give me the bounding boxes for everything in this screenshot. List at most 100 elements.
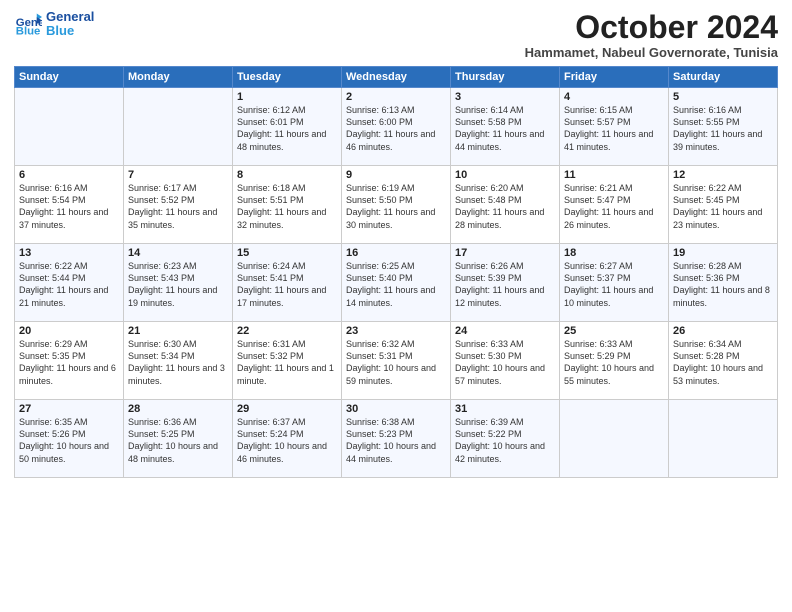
day-number: 21 [128,325,228,337]
day-number: 2 [346,91,446,103]
calendar-cell: 13Sunrise: 6:22 AMSunset: 5:44 PMDayligh… [15,244,124,322]
calendar-cell: 11Sunrise: 6:21 AMSunset: 5:47 PMDayligh… [560,166,669,244]
day-detail: Sunrise: 6:19 AMSunset: 5:50 PMDaylight:… [346,182,446,231]
day-detail: Sunrise: 6:26 AMSunset: 5:39 PMDaylight:… [455,260,555,309]
calendar-cell: 5Sunrise: 6:16 AMSunset: 5:55 PMDaylight… [669,88,778,166]
header: General Blue General Blue October 2024 H… [14,10,778,60]
calendar-cell: 25Sunrise: 6:33 AMSunset: 5:29 PMDayligh… [560,322,669,400]
day-detail: Sunrise: 6:21 AMSunset: 5:47 PMDaylight:… [564,182,664,231]
day-detail: Sunrise: 6:18 AMSunset: 5:51 PMDaylight:… [237,182,337,231]
day-detail: Sunrise: 6:24 AMSunset: 5:41 PMDaylight:… [237,260,337,309]
day-detail: Sunrise: 6:30 AMSunset: 5:34 PMDaylight:… [128,338,228,387]
week-row-3: 13Sunrise: 6:22 AMSunset: 5:44 PMDayligh… [15,244,778,322]
calendar-cell: 20Sunrise: 6:29 AMSunset: 5:35 PMDayligh… [15,322,124,400]
day-detail: Sunrise: 6:13 AMSunset: 6:00 PMDaylight:… [346,104,446,153]
day-number: 22 [237,325,337,337]
day-number: 12 [673,169,773,181]
day-number: 19 [673,247,773,259]
day-number: 9 [346,169,446,181]
calendar-cell: 4Sunrise: 6:15 AMSunset: 5:57 PMDaylight… [560,88,669,166]
day-number: 13 [19,247,119,259]
logo-blue: Blue [46,24,94,38]
day-number: 14 [128,247,228,259]
weekday-header-sunday: Sunday [15,67,124,88]
day-number: 8 [237,169,337,181]
day-detail: Sunrise: 6:25 AMSunset: 5:40 PMDaylight:… [346,260,446,309]
calendar-cell: 16Sunrise: 6:25 AMSunset: 5:40 PMDayligh… [342,244,451,322]
calendar-cell: 21Sunrise: 6:30 AMSunset: 5:34 PMDayligh… [124,322,233,400]
weekday-header-thursday: Thursday [451,67,560,88]
calendar-cell: 31Sunrise: 6:39 AMSunset: 5:22 PMDayligh… [451,400,560,478]
day-detail: Sunrise: 6:32 AMSunset: 5:31 PMDaylight:… [346,338,446,387]
day-number: 17 [455,247,555,259]
day-detail: Sunrise: 6:38 AMSunset: 5:23 PMDaylight:… [346,416,446,465]
calendar-cell: 27Sunrise: 6:35 AMSunset: 5:26 PMDayligh… [15,400,124,478]
day-detail: Sunrise: 6:16 AMSunset: 5:54 PMDaylight:… [19,182,119,231]
day-detail: Sunrise: 6:12 AMSunset: 6:01 PMDaylight:… [237,104,337,153]
day-detail: Sunrise: 6:33 AMSunset: 5:29 PMDaylight:… [564,338,664,387]
day-detail: Sunrise: 6:29 AMSunset: 5:35 PMDaylight:… [19,338,119,387]
calendar-cell: 9Sunrise: 6:19 AMSunset: 5:50 PMDaylight… [342,166,451,244]
day-number: 30 [346,403,446,415]
calendar-table: SundayMondayTuesdayWednesdayThursdayFrid… [14,66,778,478]
day-number: 1 [237,91,337,103]
calendar-cell [669,400,778,478]
calendar-cell: 23Sunrise: 6:32 AMSunset: 5:31 PMDayligh… [342,322,451,400]
day-detail: Sunrise: 6:36 AMSunset: 5:25 PMDaylight:… [128,416,228,465]
calendar-cell: 30Sunrise: 6:38 AMSunset: 5:23 PMDayligh… [342,400,451,478]
calendar-cell: 3Sunrise: 6:14 AMSunset: 5:58 PMDaylight… [451,88,560,166]
calendar-page: General Blue General Blue October 2024 H… [0,0,792,612]
calendar-cell: 28Sunrise: 6:36 AMSunset: 5:25 PMDayligh… [124,400,233,478]
week-row-5: 27Sunrise: 6:35 AMSunset: 5:26 PMDayligh… [15,400,778,478]
day-detail: Sunrise: 6:35 AMSunset: 5:26 PMDaylight:… [19,416,119,465]
calendar-cell: 19Sunrise: 6:28 AMSunset: 5:36 PMDayligh… [669,244,778,322]
day-number: 26 [673,325,773,337]
calendar-title: October 2024 [525,10,778,45]
calendar-cell: 2Sunrise: 6:13 AMSunset: 6:00 PMDaylight… [342,88,451,166]
calendar-cell: 1Sunrise: 6:12 AMSunset: 6:01 PMDaylight… [233,88,342,166]
calendar-cell: 22Sunrise: 6:31 AMSunset: 5:32 PMDayligh… [233,322,342,400]
weekday-header-wednesday: Wednesday [342,67,451,88]
calendar-cell: 10Sunrise: 6:20 AMSunset: 5:48 PMDayligh… [451,166,560,244]
day-number: 4 [564,91,664,103]
day-detail: Sunrise: 6:22 AMSunset: 5:45 PMDaylight:… [673,182,773,231]
day-detail: Sunrise: 6:17 AMSunset: 5:52 PMDaylight:… [128,182,228,231]
week-row-2: 6Sunrise: 6:16 AMSunset: 5:54 PMDaylight… [15,166,778,244]
day-detail: Sunrise: 6:28 AMSunset: 5:36 PMDaylight:… [673,260,773,309]
day-detail: Sunrise: 6:23 AMSunset: 5:43 PMDaylight:… [128,260,228,309]
calendar-cell: 12Sunrise: 6:22 AMSunset: 5:45 PMDayligh… [669,166,778,244]
calendar-cell: 15Sunrise: 6:24 AMSunset: 5:41 PMDayligh… [233,244,342,322]
calendar-cell: 14Sunrise: 6:23 AMSunset: 5:43 PMDayligh… [124,244,233,322]
logo-general: General [46,10,94,24]
day-detail: Sunrise: 6:34 AMSunset: 5:28 PMDaylight:… [673,338,773,387]
day-number: 28 [128,403,228,415]
day-detail: Sunrise: 6:14 AMSunset: 5:58 PMDaylight:… [455,104,555,153]
calendar-cell: 26Sunrise: 6:34 AMSunset: 5:28 PMDayligh… [669,322,778,400]
day-number: 20 [19,325,119,337]
week-row-1: 1Sunrise: 6:12 AMSunset: 6:01 PMDaylight… [15,88,778,166]
weekday-header-monday: Monday [124,67,233,88]
day-number: 7 [128,169,228,181]
weekday-header-friday: Friday [560,67,669,88]
calendar-cell [15,88,124,166]
logo: General Blue General Blue [14,10,94,39]
logo-icon: General Blue [14,10,42,38]
day-detail: Sunrise: 6:27 AMSunset: 5:37 PMDaylight:… [564,260,664,309]
day-number: 23 [346,325,446,337]
calendar-cell: 29Sunrise: 6:37 AMSunset: 5:24 PMDayligh… [233,400,342,478]
day-number: 29 [237,403,337,415]
day-number: 18 [564,247,664,259]
day-detail: Sunrise: 6:33 AMSunset: 5:30 PMDaylight:… [455,338,555,387]
calendar-cell: 18Sunrise: 6:27 AMSunset: 5:37 PMDayligh… [560,244,669,322]
weekday-header-saturday: Saturday [669,67,778,88]
day-number: 24 [455,325,555,337]
day-number: 5 [673,91,773,103]
calendar-location: Hammamet, Nabeul Governorate, Tunisia [525,45,778,60]
weekday-header-row: SundayMondayTuesdayWednesdayThursdayFrid… [15,67,778,88]
week-row-4: 20Sunrise: 6:29 AMSunset: 5:35 PMDayligh… [15,322,778,400]
day-number: 11 [564,169,664,181]
calendar-cell [124,88,233,166]
day-number: 3 [455,91,555,103]
day-detail: Sunrise: 6:39 AMSunset: 5:22 PMDaylight:… [455,416,555,465]
weekday-header-tuesday: Tuesday [233,67,342,88]
